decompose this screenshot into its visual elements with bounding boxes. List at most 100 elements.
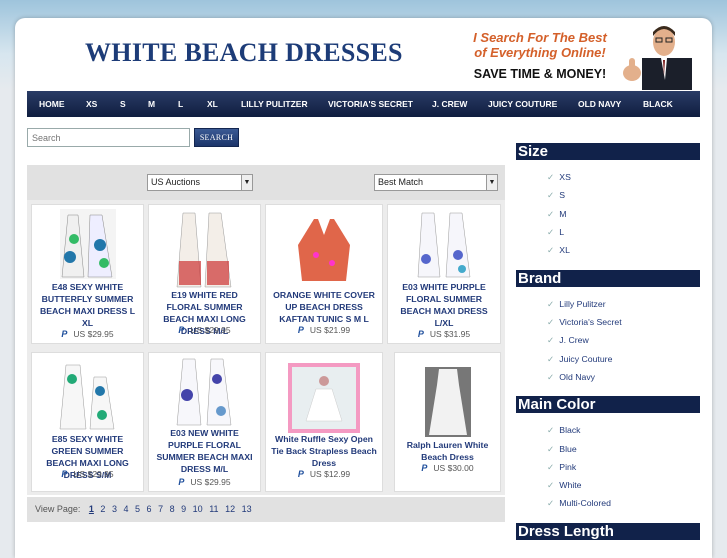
promo-line-3: SAVE TIME & MONEY!	[473, 67, 607, 81]
page-link-2[interactable]: 2	[100, 504, 105, 514]
nav-juicy-couture[interactable]: JUICY COUTURE	[488, 99, 557, 109]
check-icon: ✓	[547, 354, 555, 364]
product-price: P US $31.95	[417, 329, 471, 339]
product-image[interactable]	[174, 355, 235, 427]
sidebar-heading-main-color: Main Color	[516, 396, 700, 413]
sidebar-item-j-crew[interactable]: ✓ J. Crew	[547, 335, 589, 346]
sidebar-item-lilly-pulitzer[interactable]: ✓ Lilly Pulitzer	[547, 299, 606, 310]
product-card[interactable]: E19 WHITE RED FLORAL SUMMER BEACH MAXI L…	[148, 204, 261, 344]
check-icon: ✓	[547, 372, 555, 382]
sidebar-heading-size: Size	[516, 143, 700, 160]
nav-xs[interactable]: XS	[86, 99, 97, 109]
sidebar-item-xl[interactable]: ✓ XL	[547, 245, 570, 256]
sort-select[interactable]: Best Match ▼	[374, 174, 498, 191]
product-title[interactable]: E48 SEXY WHITE BUTTERFLY SUMMER BEACH MA…	[36, 281, 139, 329]
paypal-icon: P	[61, 329, 68, 339]
sidebar-item-pink[interactable]: ✓ Pink	[547, 462, 576, 473]
paypal-icon: P	[421, 463, 428, 473]
sidebar-item-m[interactable]: ✓ M	[547, 209, 567, 220]
product-title[interactable]: ORANGE WHITE COVER UP BEACH DRESS KAFTAN…	[270, 289, 378, 325]
auction-select[interactable]: US Auctions ▼	[147, 174, 253, 191]
nav-old-navy[interactable]: OLD NAVY	[578, 99, 621, 109]
product-image[interactable]	[296, 215, 352, 285]
product-price: P US $29.95	[178, 477, 231, 487]
check-icon: ✓	[547, 209, 555, 219]
page-link-12[interactable]: 12	[225, 504, 235, 514]
sidebar-item-black[interactable]: ✓ Black	[547, 425, 581, 436]
chevron-down-icon: ▼	[486, 175, 497, 190]
sidebar-item-old-navy[interactable]: ✓ Old Navy	[547, 372, 595, 383]
page-link-9[interactable]: 9	[181, 504, 186, 514]
check-icon: ✓	[547, 245, 555, 255]
product-price: P US $29.95	[61, 469, 114, 479]
product-image[interactable]	[174, 209, 235, 289]
nav-lilly-pulitzer[interactable]: LILLY PULITZER	[241, 99, 308, 109]
product-card[interactable]: E03 WHITE PURPLE FLORAL SUMMER BEACH MAX…	[387, 204, 501, 344]
sidebar-item-multi-colored[interactable]: ✓ Multi-Colored	[547, 498, 611, 509]
nav-home[interactable]: HOME	[39, 99, 65, 109]
sidebar-item-xs[interactable]: ✓ XS	[547, 172, 571, 183]
page-link-6[interactable]: 6	[147, 504, 152, 514]
page-link-5[interactable]: 5	[135, 504, 140, 514]
check-icon: ✓	[547, 172, 555, 182]
page-link-3[interactable]: 3	[112, 504, 117, 514]
product-card[interactable]: ORANGE WHITE COVER UP BEACH DRESS KAFTAN…	[265, 204, 383, 344]
product-title[interactable]: E03 NEW WHITE PURPLE FLORAL SUMMER BEACH…	[153, 427, 256, 475]
site-title[interactable]: WHITE BEACH DRESSES	[85, 38, 403, 68]
product-image[interactable]	[288, 363, 360, 433]
site-header: WHITE BEACH DRESSES I Search For The Bes…	[15, 18, 712, 90]
product-title[interactable]: Ralph Lauren White Beach Dress	[399, 439, 496, 463]
nav-s[interactable]: S	[120, 99, 126, 109]
nav-victorias-secret[interactable]: VICTORIA'S SECRET	[328, 99, 413, 109]
product-image[interactable]	[57, 359, 118, 431]
auction-select-value: US Auctions	[151, 177, 201, 187]
page-link-7[interactable]: 7	[158, 504, 163, 514]
product-card[interactable]: E85 SEXY WHITE GREEN SUMMER BEACH MAXI L…	[31, 352, 144, 492]
nav-m[interactable]: M	[148, 99, 155, 109]
promo-line-2: of Everything Online!	[474, 45, 606, 60]
product-card[interactable]: E48 SEXY WHITE BUTTERFLY SUMMER BEACH MA…	[31, 204, 144, 344]
nav-j-crew[interactable]: J. CREW	[432, 99, 467, 109]
search-input[interactable]	[27, 128, 190, 147]
pager-label: View Page:	[35, 504, 81, 514]
sidebar-heading-dress-length: Dress Length	[516, 523, 700, 540]
sidebar-item-l[interactable]: ✓ L	[547, 227, 564, 238]
product-price: P US $21.99	[297, 325, 351, 335]
product-price: P US $12.99	[297, 469, 351, 479]
sidebar-item-s[interactable]: ✓ S	[547, 190, 565, 201]
product-title[interactable]: White Ruffle Sexy Open Tie Back Straples…	[270, 433, 378, 469]
filter-bar: US Auctions ▼ Best Match ▼	[27, 165, 505, 200]
sidebar-item-blue[interactable]: ✓ Blue	[547, 444, 577, 455]
check-icon: ✓	[547, 227, 555, 237]
page-link-4[interactable]: 4	[123, 504, 128, 514]
page-link-10[interactable]: 10	[193, 504, 203, 514]
product-price: P US $30.00	[421, 463, 474, 473]
product-card[interactable]: White Ruffle Sexy Open Tie Back Straples…	[265, 352, 383, 492]
page-link-1[interactable]: 1	[89, 504, 94, 514]
product-card[interactable]: E03 NEW WHITE PURPLE FLORAL SUMMER BEACH…	[148, 352, 261, 492]
sort-select-value: Best Match	[378, 177, 424, 187]
product-image[interactable]	[59, 209, 116, 279]
sidebar-item-white[interactable]: ✓ White	[547, 480, 582, 491]
page-link-11[interactable]: 11	[209, 504, 218, 514]
product-card[interactable]: Ralph Lauren White Beach Dress P US $30.0…	[394, 352, 501, 492]
sidebar-item-juicy-couture[interactable]: ✓ Juicy Couture	[547, 354, 612, 365]
page-link-13[interactable]: 13	[242, 504, 252, 514]
nav-l[interactable]: L	[178, 99, 183, 109]
nav-black[interactable]: BLACK	[643, 99, 673, 109]
paypal-icon: P	[417, 329, 424, 339]
sidebar-item-victorias-secret[interactable]: ✓ Victoria's Secret	[547, 317, 622, 328]
product-price: P US $29.95	[61, 329, 114, 339]
search-button[interactable]: SEARCH	[194, 128, 239, 147]
paypal-icon: P	[297, 325, 304, 335]
check-icon: ✓	[547, 480, 555, 490]
product-image[interactable]	[416, 209, 472, 279]
nav-xl[interactable]: XL	[207, 99, 218, 109]
promo-banner[interactable]: I Search For The Best of Everything Onli…	[465, 30, 615, 81]
paypal-icon: P	[61, 469, 68, 479]
sidebar-heading-brand: Brand	[516, 270, 700, 287]
page-link-8[interactable]: 8	[170, 504, 175, 514]
product-title[interactable]: E03 WHITE PURPLE FLORAL SUMMER BEACH MAX…	[392, 281, 496, 329]
product-image[interactable]	[424, 367, 471, 437]
promo-line-1: I Search For The Best	[473, 30, 607, 45]
